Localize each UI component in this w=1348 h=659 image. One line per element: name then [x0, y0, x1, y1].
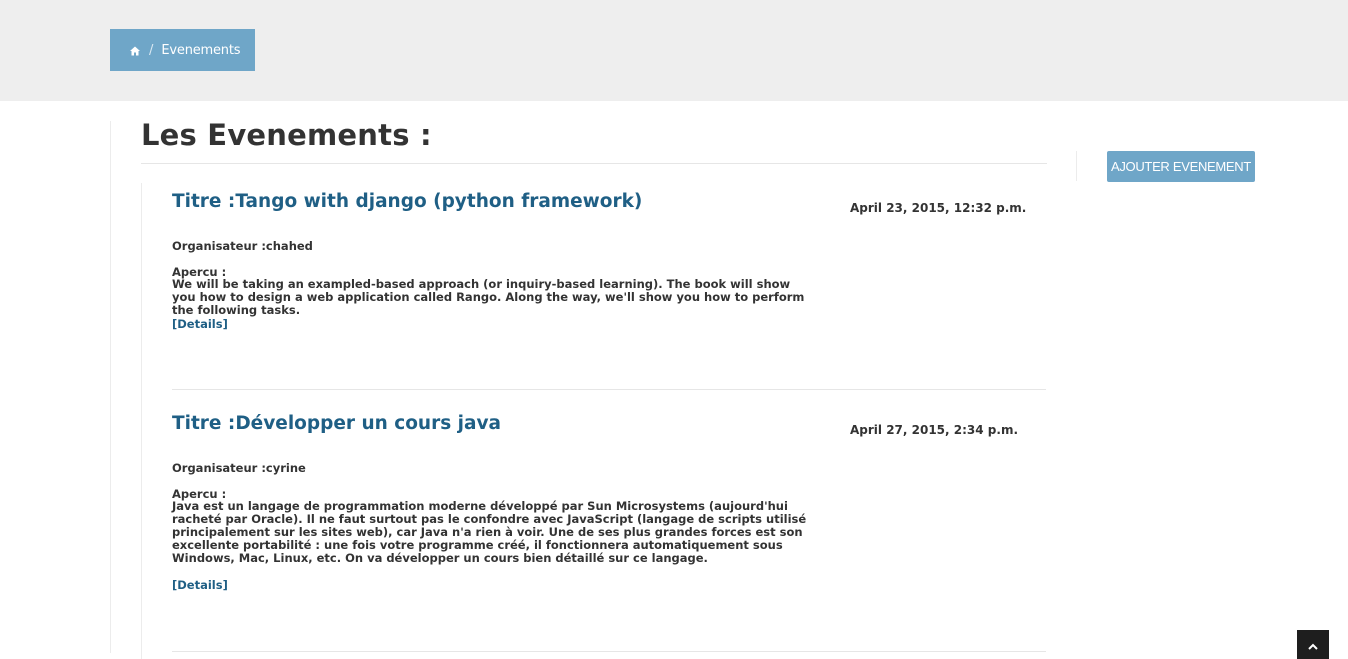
event-details-link[interactable]: [Details]: [172, 578, 228, 592]
breadcrumb-current: Evenements: [161, 42, 241, 58]
breadcrumb: / Evenements: [110, 29, 255, 71]
event-separator: [172, 389, 1046, 390]
content-divider: [110, 121, 111, 653]
event-overview: We will be taking an exampled-based appr…: [172, 277, 805, 317]
event-overview: Java est un langage de programmation mod…: [172, 499, 807, 565]
breadcrumb-separator: /: [149, 42, 154, 58]
chevron-up-icon: [1308, 635, 1318, 654]
event-title: Titre :Développer un cours java: [172, 413, 502, 434]
event-organizer: Organisateur :chahed: [172, 239, 313, 253]
event-organizer: Organisateur :cyrine: [172, 461, 306, 475]
event-details-link[interactable]: [Details]: [172, 317, 228, 331]
sidebar-divider: [1076, 151, 1077, 181]
event-date: April 27, 2015, 2:34 p.m.: [850, 423, 1019, 437]
event-separator: [172, 651, 1046, 652]
page-title: Les Evenements :: [141, 118, 432, 152]
event-title: Titre :Tango with django (python framewo…: [172, 191, 643, 212]
event-list-divider: [141, 183, 142, 659]
add-event-button[interactable]: Ajouter Evenement: [1107, 151, 1255, 182]
event-date: April 23, 2015, 12:32 p.m.: [850, 201, 1027, 215]
title-divider: [141, 163, 1047, 164]
scroll-to-top-button[interactable]: [1297, 630, 1329, 659]
home-icon[interactable]: [130, 45, 140, 56]
